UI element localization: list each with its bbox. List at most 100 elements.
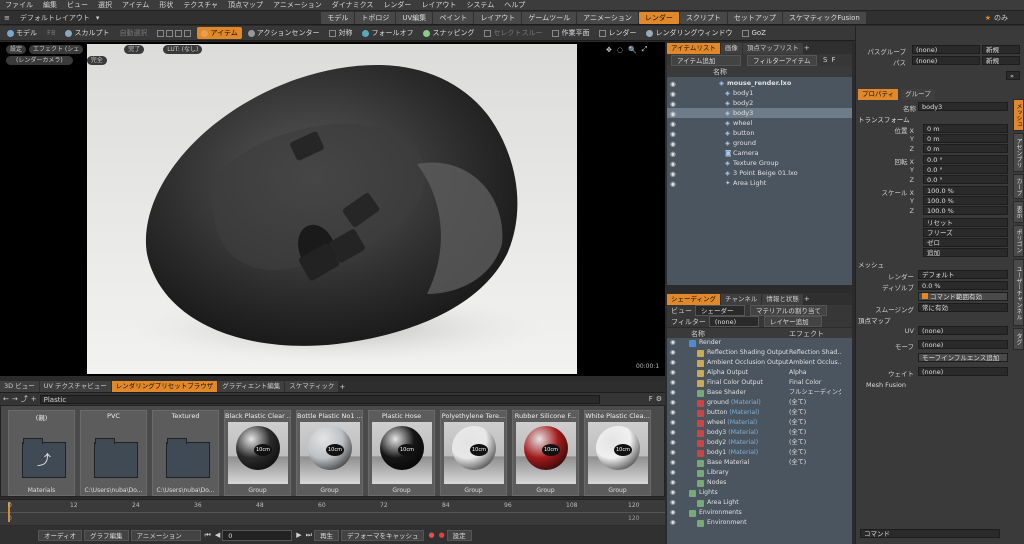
- polygon-mode-icon[interactable]: [175, 29, 183, 37]
- animation-select[interactable]: アニメーション: [130, 529, 201, 541]
- preset-item[interactable]: Bottle Plastic No1 ... 10cm Group: [296, 410, 363, 496]
- material-assign-button[interactable]: マテリアルの割り当て: [750, 305, 827, 316]
- visibility-eye-icon[interactable]: ◉: [670, 518, 675, 528]
- layout-only[interactable]: のみ: [991, 13, 1024, 23]
- smoothing-select[interactable]: 常に有効: [918, 303, 1008, 312]
- position-x-field[interactable]: 0 m: [923, 124, 1008, 133]
- add-layer-button[interactable]: レイヤー追加: [763, 316, 822, 327]
- layout-tab-10[interactable]: スケマティックFusion: [782, 11, 866, 24]
- layout-tab-1[interactable]: トポロジ: [355, 11, 396, 24]
- maximize-view-icon[interactable]: ⤢: [642, 45, 648, 54]
- layout-tab-8[interactable]: スクリプト: [679, 11, 727, 24]
- vertex-mode-icon[interactable]: [157, 29, 165, 37]
- rotation-y-field[interactable]: 0.0 °: [923, 165, 1008, 174]
- viewport-effect-button[interactable]: エフェクト (シェ: [29, 45, 84, 54]
- scale-z-field[interactable]: 100.0 %: [923, 206, 1008, 215]
- zoom-view-icon[interactable]: 🔍: [628, 46, 637, 54]
- filter-icon[interactable]: F: [649, 395, 653, 403]
- vertex-map-section[interactable]: 頂点マップ: [858, 315, 891, 325]
- item-row[interactable]: ◉ ◈ body3: [667, 108, 852, 118]
- shader-effect[interactable]: (全て): [789, 438, 841, 448]
- f8-button[interactable]: F8: [43, 27, 59, 39]
- visibility-eye-icon[interactable]: ◉: [670, 468, 675, 478]
- work-plane-button[interactable]: 作業平面: [548, 27, 593, 39]
- cache-deformers-button[interactable]: デフォーマをキャッシュ: [340, 529, 425, 541]
- morph-select[interactable]: (none): [918, 340, 1008, 349]
- shader-tree-select[interactable]: シェーダーツリー: [695, 305, 745, 326]
- item-row[interactable]: ◉ ◈ wheel: [667, 118, 852, 128]
- tab-group[interactable]: グループ: [901, 89, 935, 100]
- mesh-fusion-section[interactable]: Mesh Fusion: [866, 381, 906, 389]
- shader-effect[interactable]: (全て): [789, 448, 841, 458]
- item-mode-button[interactable]: アイテム: [197, 27, 242, 39]
- viewport-complete-button[interactable]: 完了: [124, 45, 145, 54]
- render-camera-button[interactable]: (レンダーカメラ): [6, 56, 73, 65]
- add-tab-icon[interactable]: +: [804, 295, 810, 303]
- layout-tab-0[interactable]: モデル: [321, 11, 355, 24]
- go-start-icon[interactable]: ⏮: [205, 531, 211, 540]
- item-row[interactable]: ◉ ◈ button: [667, 128, 852, 138]
- visibility-eye-icon[interactable]: ◉: [670, 478, 675, 488]
- item-row[interactable]: ◉ ◈ body2: [667, 98, 852, 108]
- shader-effect[interactable]: Alpha: [789, 368, 841, 378]
- menu-item-5[interactable]: 形状: [154, 0, 178, 11]
- layout-tab-7[interactable]: レンダー: [638, 11, 679, 24]
- shader-row[interactable]: ◉ Reflection Shading Output Reflection Sha…: [667, 348, 852, 358]
- settings-gear-icon[interactable]: ⚙: [656, 395, 665, 403]
- mesh-section[interactable]: メッシュ: [858, 259, 884, 269]
- shader-effect[interactable]: (全て): [789, 398, 841, 408]
- new-pass-group-button[interactable]: 新規: [982, 45, 1020, 54]
- sculpt-button[interactable]: スカルプト: [61, 27, 113, 39]
- frame-input[interactable]: 0: [222, 529, 293, 541]
- item-row[interactable]: ◉ ◈ Texture Group: [667, 158, 852, 168]
- item-row[interactable]: ◉ ◈ mouse_render.lxo: [667, 78, 852, 88]
- shader-row[interactable]: ◉ body3 (Material) (全て): [667, 428, 852, 438]
- layout-icon[interactable]: ≡: [0, 14, 14, 22]
- preset-item[interactable]: White Plastic Clea... 10cm Group: [584, 410, 651, 496]
- select-mode-icons[interactable]: [153, 27, 195, 39]
- shader-row[interactable]: ◉ Area Light: [667, 498, 852, 508]
- side-tab-6[interactable]: タグ: [1013, 328, 1024, 350]
- item-row[interactable]: ◉ ◈ ground: [667, 138, 852, 148]
- shader-effect[interactable]: Reflection Shad...: [789, 348, 841, 358]
- side-tab-1[interactable]: アセンブリ: [1013, 133, 1024, 172]
- shader-row[interactable]: ◉ button (Material) (全て): [667, 408, 852, 418]
- add-icon[interactable]: +: [31, 395, 37, 403]
- side-tab-2[interactable]: カーブ: [1013, 174, 1024, 199]
- shading-tab-2[interactable]: 情報と状態: [762, 293, 803, 305]
- visibility-eye-icon[interactable]: ◉: [670, 179, 676, 189]
- menu-item-13[interactable]: ヘルプ: [499, 0, 530, 11]
- item-tab-0[interactable]: アイテムリスト: [667, 42, 720, 54]
- pass-select[interactable]: (none): [912, 56, 980, 65]
- add-transform-button[interactable]: 追加: [923, 248, 1008, 257]
- preset-item[interactable]: Textured C:\Users\nuba\Do...: [152, 410, 219, 496]
- item-name-column[interactable]: 名称: [713, 67, 727, 77]
- shader-row[interactable]: ◉ Alpha Output Alpha: [667, 368, 852, 378]
- shader-row[interactable]: ◉ body2 (Material) (全て): [667, 438, 852, 448]
- menu-item-12[interactable]: システム: [461, 0, 499, 11]
- scale-x-field[interactable]: 100.0 %: [923, 186, 1008, 195]
- preset-item[interactable]: Plastic Hose 10cm Group: [368, 410, 435, 496]
- shader-effect[interactable]: Ambient Occlus...: [789, 358, 841, 368]
- pass-group-select[interactable]: (none): [912, 45, 980, 54]
- visibility-eye-icon[interactable]: ◉: [670, 408, 675, 418]
- shader-row[interactable]: ◉ Environment: [667, 518, 852, 528]
- render-window-button[interactable]: レンダリングウィンドウ: [642, 27, 736, 39]
- go-end-icon[interactable]: ⏭: [306, 531, 312, 540]
- shader-row[interactable]: ◉ Library: [667, 468, 852, 478]
- side-tab-5[interactable]: ユーザーチャンネル: [1013, 259, 1024, 326]
- bottom-tab-1[interactable]: UV テクスチャビュー: [39, 381, 111, 392]
- bottom-tab-4[interactable]: スケマティック: [285, 381, 339, 392]
- shader-row[interactable]: ◉ Base Shader フルシェーディング: [667, 388, 852, 398]
- visibility-eye-icon[interactable]: ◉: [670, 418, 675, 428]
- up-folder-icon[interactable]: ⤴: [21, 394, 28, 404]
- shader-row[interactable]: ◉ Base Material (全て): [667, 458, 852, 468]
- back-icon[interactable]: ←: [3, 395, 9, 403]
- scale-y-field[interactable]: 100.0 %: [923, 196, 1008, 205]
- visibility-eye-icon[interactable]: ◉: [670, 348, 675, 358]
- symmetry-button[interactable]: 対称: [325, 27, 356, 39]
- side-tab-3[interactable]: 表示: [1013, 201, 1024, 223]
- visibility-eye-icon[interactable]: ◉: [670, 358, 675, 368]
- layout-tab-6[interactable]: アニメーション: [577, 11, 638, 24]
- transform-section[interactable]: トランスフォーム: [858, 114, 910, 124]
